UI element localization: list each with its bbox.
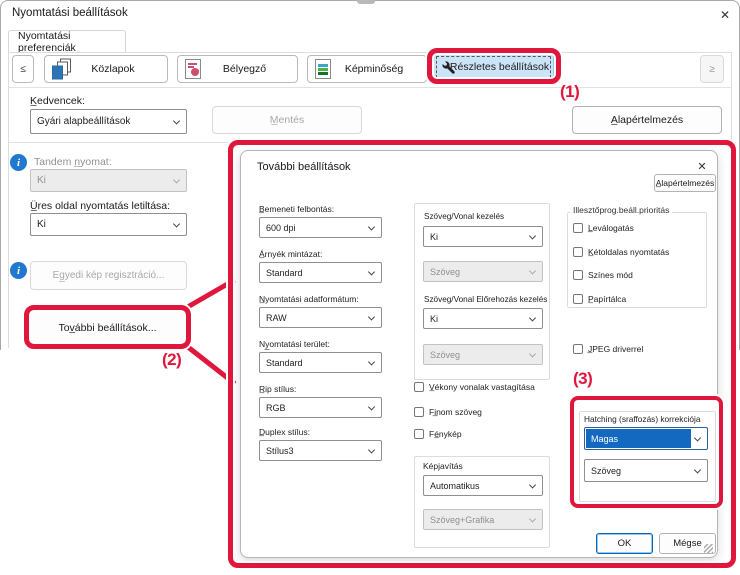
chevron-down-icon xyxy=(368,313,375,320)
chevron-down-icon xyxy=(529,232,536,239)
text-line-pullout-target-select: Szöveg xyxy=(423,344,543,365)
chevron-down-icon xyxy=(694,466,701,473)
chevron-down-icon xyxy=(529,481,536,488)
rip-style-select[interactable]: RGB xyxy=(259,397,382,418)
chevron-down-icon xyxy=(173,176,180,183)
section-separator xyxy=(9,142,231,143)
image-adjustment-target-select: Szöveg+Grafika xyxy=(423,509,543,530)
info-icon: i xyxy=(10,262,27,279)
print-data-format-label: N̲yomtatási adatformátum: xyxy=(259,294,359,304)
text-line-pullout-label: Szöveg/Vonal Előrehozás kezelés xyxy=(424,295,547,304)
tab-print-preferences[interactable]: Nyomtatási preferenciák xyxy=(8,30,126,53)
duplex-style-select[interactable]: Stílus3 xyxy=(259,440,382,461)
annotation-2: (2) xyxy=(162,350,181,370)
duplex-style-label: D̲uplex stílus: xyxy=(259,427,310,437)
hatching-group xyxy=(579,411,716,502)
annotation-1: (1) xyxy=(560,82,579,102)
toolbar-scroll-left-button[interactable]: ≤ xyxy=(12,55,34,83)
collate-checkbox[interactable]: L̲eválogatás xyxy=(573,223,634,233)
resize-grip[interactable] xyxy=(704,544,713,553)
chevron-down-icon xyxy=(173,117,180,124)
toolbar-button-detailed-settings[interactable]: Részletes beállítások xyxy=(433,53,554,81)
rip-style-label: R̲ip stílus: xyxy=(259,384,296,394)
favorites-select[interactable]: Gyári alapbeállítások xyxy=(30,109,187,134)
favorites-label: K̲edvencek: xyxy=(30,95,85,107)
fine-text-checkbox[interactable]: Fi̲nom szöveg xyxy=(414,407,482,417)
jpeg-driver-checkbox[interactable]: J̲PEG driverrel xyxy=(573,344,643,354)
dialog-title: További beállítások xyxy=(257,161,351,173)
input-resolution-label: B̲emeneti felbontás: xyxy=(259,204,334,214)
tab-label: Nyomtatási preferenciák xyxy=(18,30,125,54)
window-drag-handle xyxy=(357,0,375,4)
info-icon: i xyxy=(10,154,27,171)
hatching-level-select[interactable]: Magas xyxy=(584,427,708,450)
chevron-down-icon xyxy=(529,267,536,274)
checkbox-box xyxy=(414,429,424,439)
blank-page-select[interactable]: Ki xyxy=(30,213,187,236)
image-adjustment-label: Képjavítás xyxy=(423,461,463,471)
driver-priority-label: Illesztőprog.beáll.prioritás xyxy=(570,205,672,215)
thin-lines-checkbox[interactable]: V̲ékony vonalak vastagítása xyxy=(414,382,535,392)
checkbox-box xyxy=(573,294,583,304)
screenshot-root: Nyomtatási beállítások ✕ Nyomtatási pref… xyxy=(0,0,740,575)
two-sided-checkbox[interactable]: K̲étoldalas nyomtatás xyxy=(573,247,669,257)
toolbar-button-image-quality[interactable]: Képminőség xyxy=(307,55,427,83)
wrench-icon xyxy=(441,60,456,75)
stamp-icon xyxy=(185,59,201,79)
more-settings-button[interactable]: Tov̲ábbi beállítások... xyxy=(30,311,185,344)
toolbar-button-inserts[interactable]: Közlapok xyxy=(44,55,168,83)
photo-checkbox[interactable]: Fé̲nykép xyxy=(414,429,462,439)
custom-image-registration-button[interactable]: Eg̲yedi kép regisztráció... xyxy=(30,261,187,290)
text-line-handling-select[interactable]: Ki xyxy=(423,226,543,247)
image-quality-icon xyxy=(315,59,331,79)
annotation-3: (3) xyxy=(573,369,592,389)
sub-default-button[interactable]: A̲lapértelmezés xyxy=(654,174,716,192)
blank-page-label: Ü̲res oldal nyomtatás letiltása: xyxy=(30,200,170,212)
tandem-print-select: Ki xyxy=(30,169,187,192)
close-icon[interactable]: ✕ xyxy=(712,4,738,25)
chevron-down-icon xyxy=(368,223,375,230)
text-line-target-select: Szöveg xyxy=(423,261,543,282)
chevron-down-icon xyxy=(368,358,375,365)
text-line-handling-label: Szöveg/Vonal kezelés xyxy=(424,212,504,221)
checkbox-box xyxy=(573,223,583,233)
shadow-pattern-label: Á̲rnyék mintázat: xyxy=(259,249,322,259)
close-icon[interactable]: ✕ xyxy=(691,156,713,176)
toolbar-separator xyxy=(9,87,731,88)
input-resolution-select[interactable]: 600 dpi xyxy=(259,217,382,238)
window-title: Nyomtatási beállítások xyxy=(12,7,128,19)
hatching-target-select[interactable]: Szöveg xyxy=(584,459,708,482)
checkbox-box xyxy=(573,270,583,280)
chevron-down-icon xyxy=(173,220,180,227)
save-button[interactable]: M̲entés xyxy=(212,106,362,134)
checkbox-box xyxy=(573,344,583,354)
hatching-label: Hatching (sraffozás) korrekciója xyxy=(584,414,701,424)
image-adjustment-select[interactable]: Automatikus xyxy=(423,475,543,496)
tandem-print-label: Tandem n̲yomat: xyxy=(34,156,112,168)
checkbox-box xyxy=(414,407,424,417)
more-settings-dialog: További beállítások ✕ A̲lapértelmezés B̲… xyxy=(240,150,718,558)
ok-button[interactable]: OK xyxy=(596,533,653,554)
chevron-down-icon xyxy=(368,403,375,410)
toolbar-scroll-right-button[interactable]: ≥ xyxy=(700,55,724,83)
checkbox-box xyxy=(573,247,583,257)
chevron-down-icon xyxy=(529,515,536,522)
print-area-label: Ny̲omtatási terület: xyxy=(259,339,330,349)
default-button[interactable]: A̲lapértelmezés xyxy=(572,106,722,134)
chevron-down-icon xyxy=(368,268,375,275)
pages-icon xyxy=(52,59,71,80)
toolbar-button-stamp[interactable]: Bélyegző xyxy=(177,55,298,83)
checkbox-box xyxy=(414,382,424,392)
paper-tray-checkbox[interactable]: P̲apírtálca xyxy=(573,294,626,304)
chevron-down-icon xyxy=(368,446,375,453)
print-data-format-select[interactable]: RAW xyxy=(259,307,382,328)
chevron-down-icon xyxy=(694,434,701,441)
color-mode-checkbox[interactable]: Színes mód xyxy=(573,270,633,280)
chevron-down-icon xyxy=(529,314,536,321)
print-area-select[interactable]: Standard xyxy=(259,352,382,373)
text-line-pullout-select[interactable]: Ki xyxy=(423,308,543,329)
shadow-pattern-select[interactable]: Standard xyxy=(259,262,382,283)
chevron-down-icon xyxy=(529,350,536,357)
